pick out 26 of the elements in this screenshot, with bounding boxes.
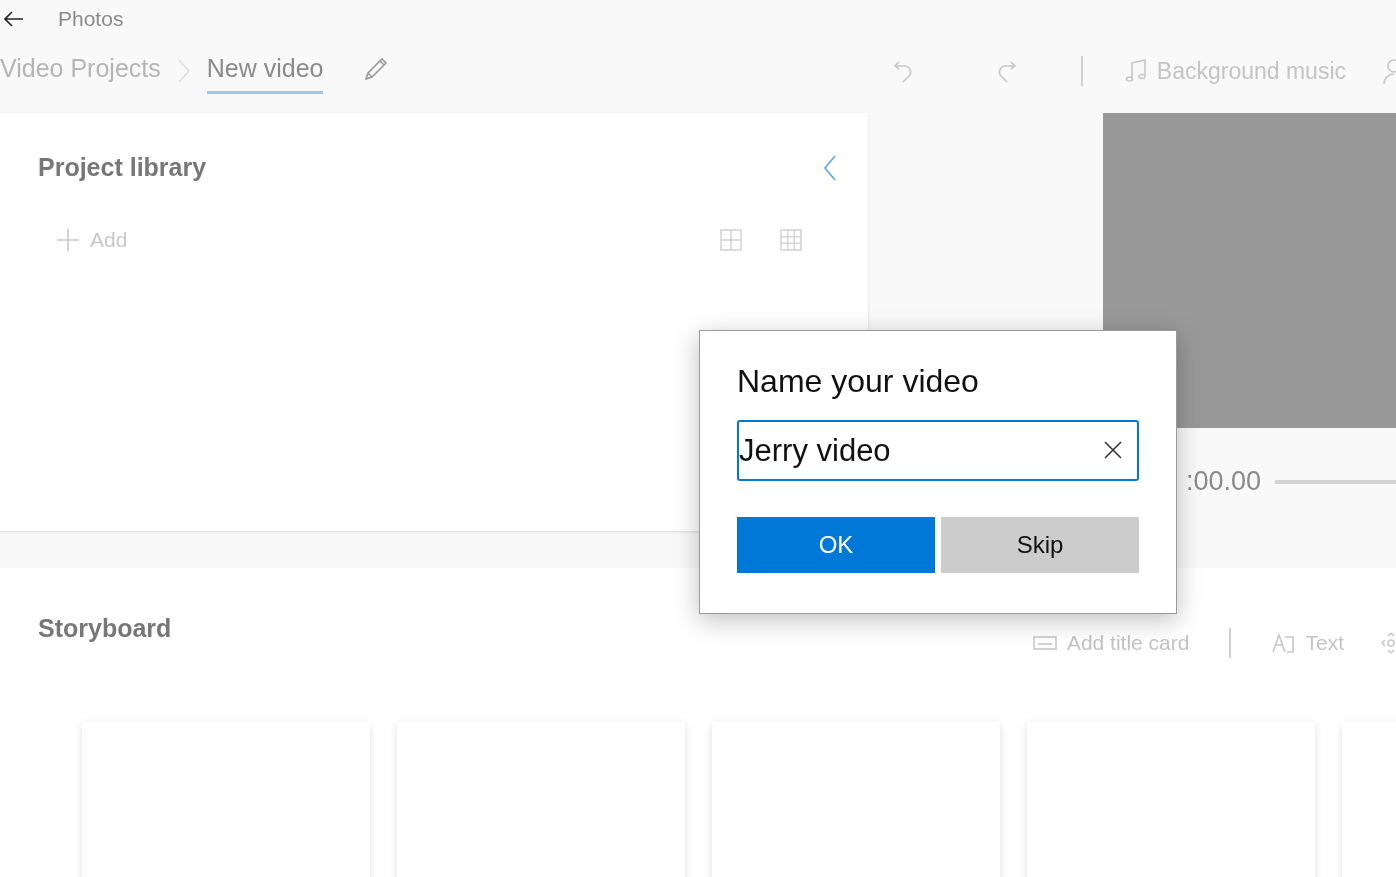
timecode: :00.00 <box>1186 466 1262 497</box>
text-button[interactable]: Text <box>1271 631 1344 655</box>
grid-large-icon[interactable] <box>720 229 742 251</box>
panel-title: Storyboard <box>38 613 172 643</box>
motion-icon[interactable] <box>1380 631 1396 655</box>
video-name-field[interactable]: Jerry video <box>737 420 1139 481</box>
panel-title: Project library <box>38 153 207 182</box>
person-icon[interactable] <box>1382 58 1396 84</box>
back-arrow-icon[interactable] <box>4 11 24 27</box>
music-note-icon <box>1124 58 1147 84</box>
chevron-left-icon[interactable] <box>822 153 838 182</box>
dialog-title: Name your video <box>737 363 980 400</box>
plus-icon <box>56 228 80 252</box>
seek-bar[interactable] <box>1275 479 1396 484</box>
add-title-card-button[interactable]: Add title card <box>1032 631 1190 655</box>
pencil-icon[interactable] <box>363 56 390 82</box>
text-icon <box>1271 632 1296 654</box>
close-icon[interactable] <box>1103 440 1123 460</box>
app-title: Photos <box>58 7 124 31</box>
ok-button[interactable]: OK <box>737 517 935 573</box>
chevron-right-icon <box>176 58 191 84</box>
title-card-icon <box>1032 635 1057 651</box>
grid-small-icon[interactable] <box>780 229 802 251</box>
skip-button[interactable]: Skip <box>941 517 1139 573</box>
breadcrumb-item[interactable]: Video Projects <box>0 54 161 94</box>
breadcrumb-item[interactable]: New video <box>206 54 324 94</box>
